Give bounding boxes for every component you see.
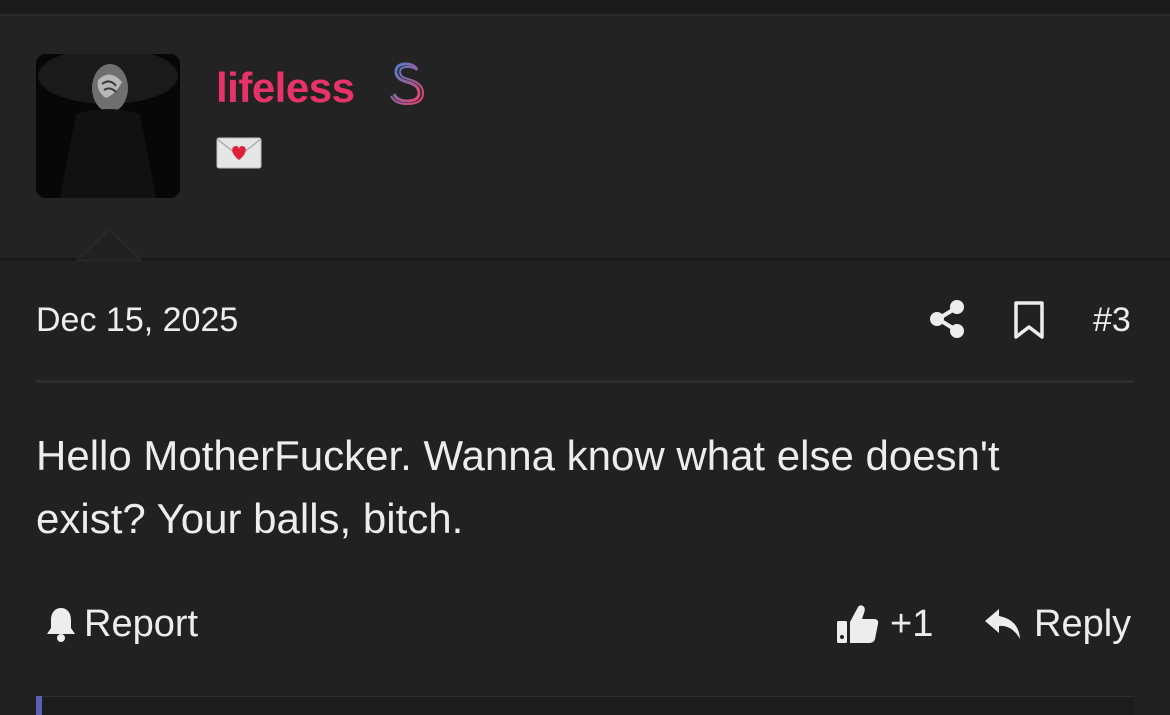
quote-accent-bar	[36, 696, 42, 715]
post-author-header: lifeless	[0, 16, 1170, 261]
post-body-line: exist? Your balls, bitch.	[36, 495, 464, 542]
dollar-sign-icon	[390, 56, 425, 108]
bookmark-icon[interactable]	[1012, 300, 1046, 340]
reaction-count: +1	[890, 602, 934, 645]
report-button[interactable]: Report	[44, 598, 198, 650]
share-icon[interactable]	[928, 298, 968, 340]
bell-icon	[47, 608, 75, 642]
thread-post-page: lifeless Dec 15, 2025 #3 Hello MotherFuc…	[0, 0, 1170, 715]
post-message-body: Hello MotherFucker. Wanna know what else…	[36, 424, 1146, 550]
post-pointer-arrow	[76, 227, 142, 261]
reply-button[interactable]: Reply	[984, 598, 1131, 650]
username-link[interactable]: lifeless	[216, 64, 355, 112]
post-body-line: Hello MotherFucker. Wanna know what else…	[36, 432, 1000, 479]
post-number-link[interactable]: #3	[1093, 301, 1131, 340]
love-letter-icon	[216, 137, 262, 169]
post-date[interactable]: Dec 15, 2025	[36, 301, 238, 340]
reply-label: Reply	[1034, 602, 1132, 645]
divider	[36, 380, 1134, 383]
thumbs-up-icon	[837, 605, 879, 643]
previous-post-edge	[0, 0, 1170, 16]
avatar[interactable]	[36, 54, 180, 198]
reply-arrow-icon	[985, 609, 1020, 639]
avatar-image	[36, 54, 180, 198]
report-label: Report	[84, 602, 199, 645]
like-button[interactable]: +1	[836, 598, 933, 650]
next-post-edge	[36, 696, 1134, 715]
